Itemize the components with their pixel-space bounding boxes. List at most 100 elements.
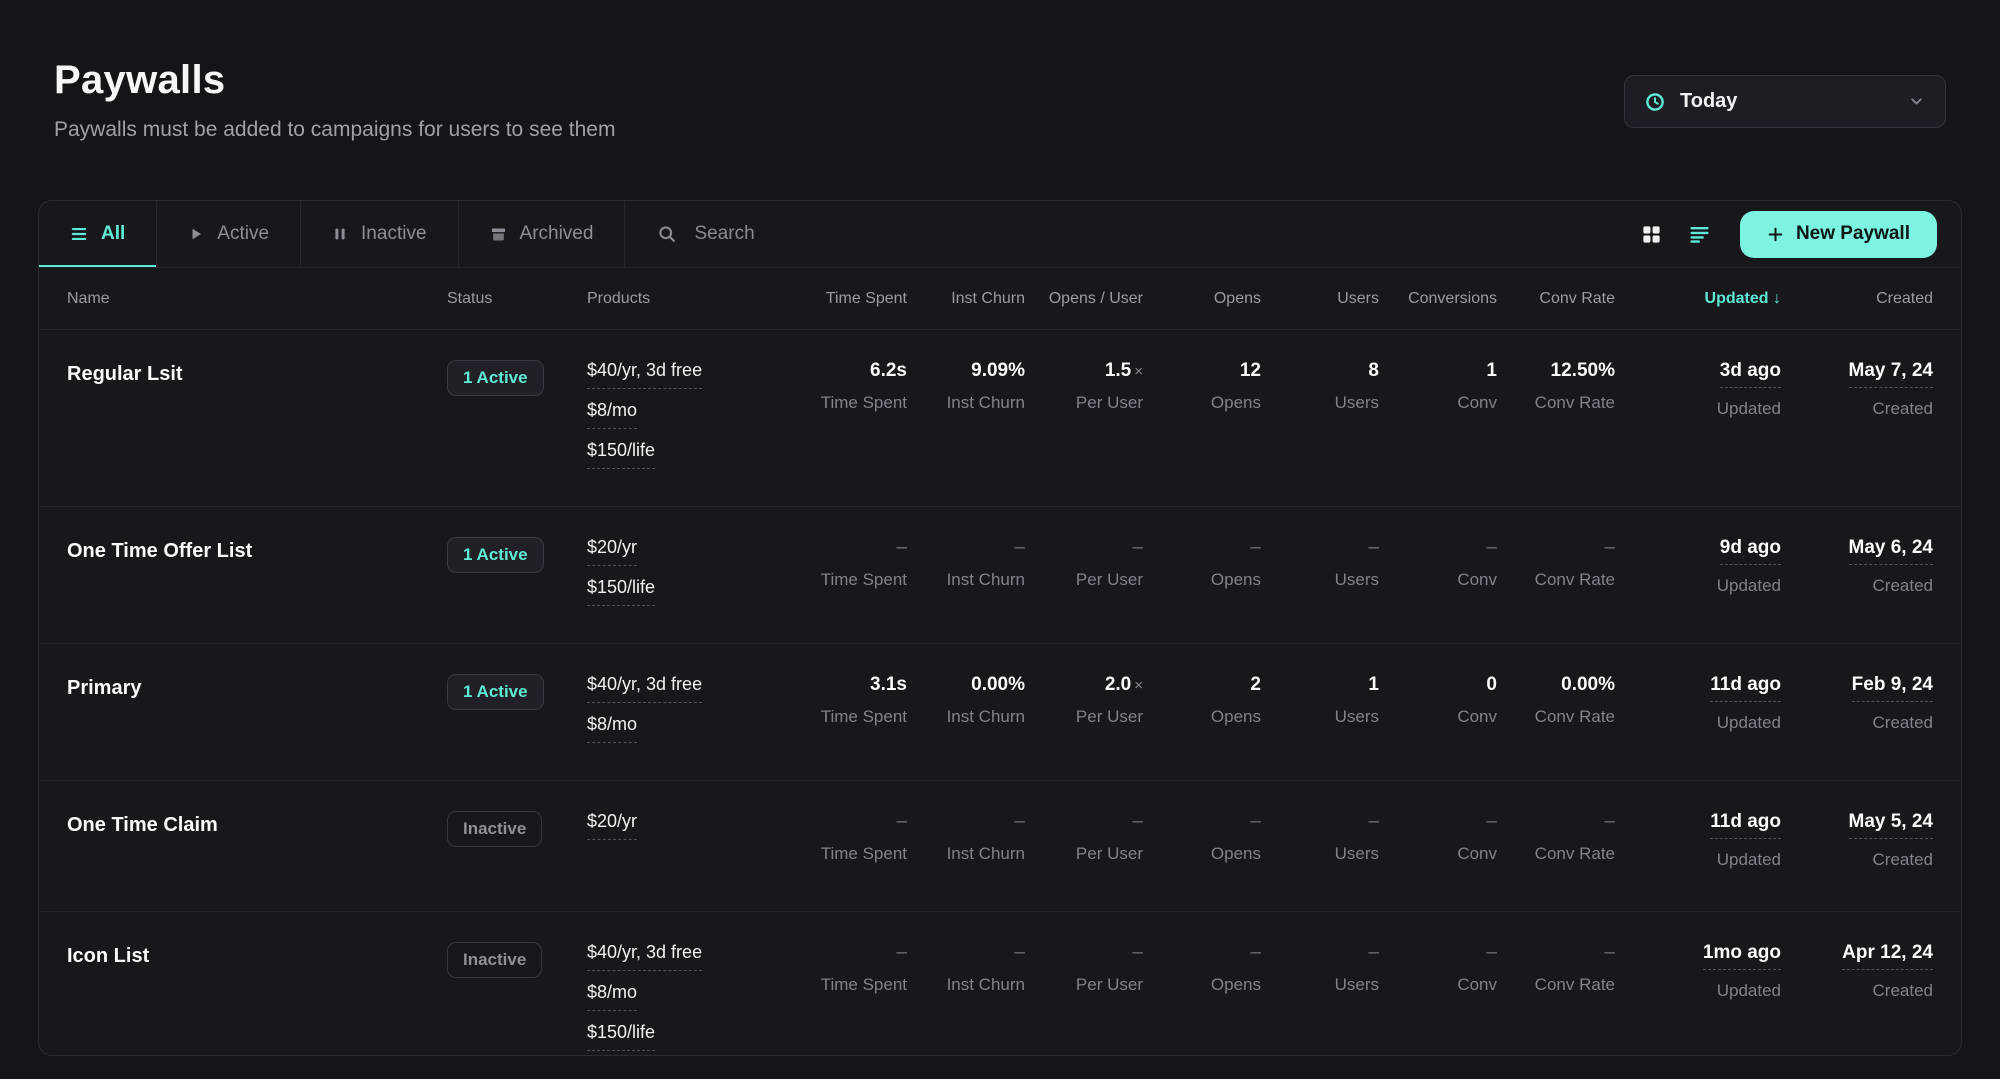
metric-label: Conv	[1387, 570, 1497, 590]
table-row[interactable]: One Time Offer List1 Active$20/yr$150/li…	[39, 507, 1961, 644]
metric-label: Per User	[1033, 393, 1143, 413]
created-value[interactable]: Feb 9, 24	[1852, 674, 1933, 702]
metric-label: Conv Rate	[1505, 393, 1615, 413]
table-row[interactable]: Icon ListInactive$40/yr, 3d free$8/mo$15…	[39, 912, 1961, 1056]
column-header-inst-churn[interactable]: Inst Churn	[915, 290, 1025, 308]
column-header-products[interactable]: Products	[587, 290, 789, 308]
metric-label: Updated	[1623, 576, 1781, 596]
column-header-conversions[interactable]: Conversions	[1387, 290, 1497, 308]
column-header-created[interactable]: Created	[1789, 290, 1933, 308]
metric-cell-per_user: –Per User	[1033, 811, 1143, 885]
column-header-opens-user[interactable]: Opens / User	[1033, 290, 1143, 308]
metric-label: Conv Rate	[1505, 975, 1615, 995]
metric-label: Time Spent	[797, 707, 907, 727]
status-cell: 1 Active	[447, 360, 579, 480]
table-header: Name Status Products Time Spent Inst Churn Op…	[39, 268, 1961, 330]
created-value[interactable]: Apr 12, 24	[1842, 942, 1933, 970]
page-subtitle: Paywalls must be added to campaigns for …	[54, 118, 615, 142]
search-input[interactable]	[694, 223, 1609, 245]
product-item[interactable]: $8/mo	[587, 400, 637, 429]
created-cell: May 7, 24 Created	[1789, 360, 1933, 480]
product-item[interactable]: $40/yr, 3d free	[587, 674, 702, 703]
product-item[interactable]: $8/mo	[587, 982, 637, 1011]
pause-icon	[332, 226, 348, 242]
product-item[interactable]: $40/yr, 3d free	[587, 360, 702, 389]
metric-label: Updated	[1623, 713, 1781, 733]
table-row[interactable]: Primary1 Active$40/yr, 3d free$8/mo3.1sT…	[39, 644, 1961, 781]
list-view-icon	[1689, 224, 1710, 245]
paywall-name: Primary	[67, 674, 439, 700]
metric-cell-time_spent: –Time Spent	[797, 811, 907, 885]
metric-value: –	[1505, 942, 1615, 964]
created-value[interactable]: May 6, 24	[1849, 537, 1934, 565]
table-row[interactable]: One Time ClaimInactive$20/yr–Time Spent–…	[39, 781, 1961, 912]
column-header-name[interactable]: Name	[67, 290, 439, 308]
paywall-name: Icon List	[67, 942, 439, 968]
created-value[interactable]: May 5, 24	[1849, 811, 1934, 839]
column-header-opens[interactable]: Opens	[1151, 290, 1261, 308]
updated-value[interactable]: 3d ago	[1720, 360, 1781, 388]
metric-cell-time_spent: 6.2sTime Spent	[797, 360, 907, 480]
column-header-time-spent[interactable]: Time Spent	[797, 290, 907, 308]
new-paywall-button[interactable]: New Paywall	[1740, 211, 1937, 258]
table-row[interactable]: Regular Lsit1 Active$40/yr, 3d free$8/mo…	[39, 330, 1961, 507]
status-badge: 1 Active	[447, 360, 544, 396]
play-icon	[188, 226, 204, 242]
metric-label: Conv Rate	[1505, 707, 1615, 727]
metric-value: –	[797, 942, 907, 964]
paywalls-panel: AllActiveInactiveArchived New Paywall Na…	[38, 200, 1962, 1056]
metric-label: Inst Churn	[915, 570, 1025, 590]
metric-value: 1	[1387, 360, 1497, 382]
column-header-users[interactable]: Users	[1269, 290, 1379, 308]
product-item[interactable]: $150/life	[587, 577, 655, 606]
metric-value: 1	[1269, 674, 1379, 696]
column-header-status[interactable]: Status	[447, 290, 579, 308]
column-header-conv-rate[interactable]: Conv Rate	[1505, 290, 1615, 308]
metric-value: 0	[1387, 674, 1497, 696]
metric-value: 8	[1269, 360, 1379, 382]
metric-label: Created	[1789, 713, 1933, 733]
metric-label: Updated	[1623, 981, 1781, 1001]
tab-all[interactable]: All	[39, 201, 157, 267]
updated-value[interactable]: 11d ago	[1710, 811, 1781, 839]
updated-value[interactable]: 9d ago	[1720, 537, 1781, 565]
product-item[interactable]: $20/yr	[587, 811, 637, 840]
metric-cell-inst_churn: – Inst Churn	[915, 942, 1025, 1056]
updated-cell: 9d ago Updated	[1623, 537, 1781, 617]
grid-view-button[interactable]	[1641, 224, 1662, 245]
metric-value: –	[1387, 942, 1497, 964]
tab-archived[interactable]: Archived	[459, 201, 626, 267]
metric-value: 9.09%	[915, 360, 1025, 382]
metric-label: Opens	[1151, 570, 1261, 590]
tab-active[interactable]: Active	[157, 201, 301, 267]
product-item[interactable]: $8/mo	[587, 714, 637, 743]
metric-value: –	[915, 942, 1025, 964]
metric-cell-opens: 2Opens	[1151, 674, 1261, 754]
product-item[interactable]: $150/life	[587, 1022, 655, 1051]
metric-label: Created	[1789, 399, 1933, 419]
metric-value: 2.0×	[1033, 674, 1143, 696]
metric-value: –	[915, 811, 1025, 833]
metric-cell-conv_rate: 0.00%Conv Rate	[1505, 674, 1615, 754]
date-filter-dropdown[interactable]: Today	[1624, 75, 1946, 128]
metric-cell-conv_rate: –Conv Rate	[1505, 811, 1615, 885]
column-header-updated[interactable]: Updated ↓	[1623, 290, 1781, 308]
metric-value: –	[1505, 537, 1615, 559]
product-item[interactable]: $40/yr, 3d free	[587, 942, 702, 971]
search-field[interactable]	[625, 201, 1641, 267]
updated-value[interactable]: 1mo ago	[1703, 942, 1781, 970]
tab-inactive[interactable]: Inactive	[301, 201, 458, 267]
created-cell: Feb 9, 24 Created	[1789, 674, 1933, 754]
updated-value[interactable]: 11d ago	[1710, 674, 1781, 702]
metric-cell-opens: –Opens	[1151, 942, 1261, 1056]
metric-value: –	[1033, 942, 1143, 964]
product-item[interactable]: $150/life	[587, 440, 655, 469]
created-value[interactable]: May 7, 24	[1849, 360, 1934, 388]
updated-cell: 3d agoUpdated	[1623, 360, 1781, 480]
table-body: Regular Lsit1 Active$40/yr, 3d free$8/mo…	[39, 330, 1961, 1056]
metric-label: Inst Churn	[915, 975, 1025, 995]
created-cell: May 6, 24Created	[1789, 537, 1933, 617]
list-view-button[interactable]	[1689, 224, 1710, 245]
product-item[interactable]: $20/yr	[587, 537, 637, 566]
updated-cell: 1mo ago Updated	[1623, 942, 1781, 1056]
